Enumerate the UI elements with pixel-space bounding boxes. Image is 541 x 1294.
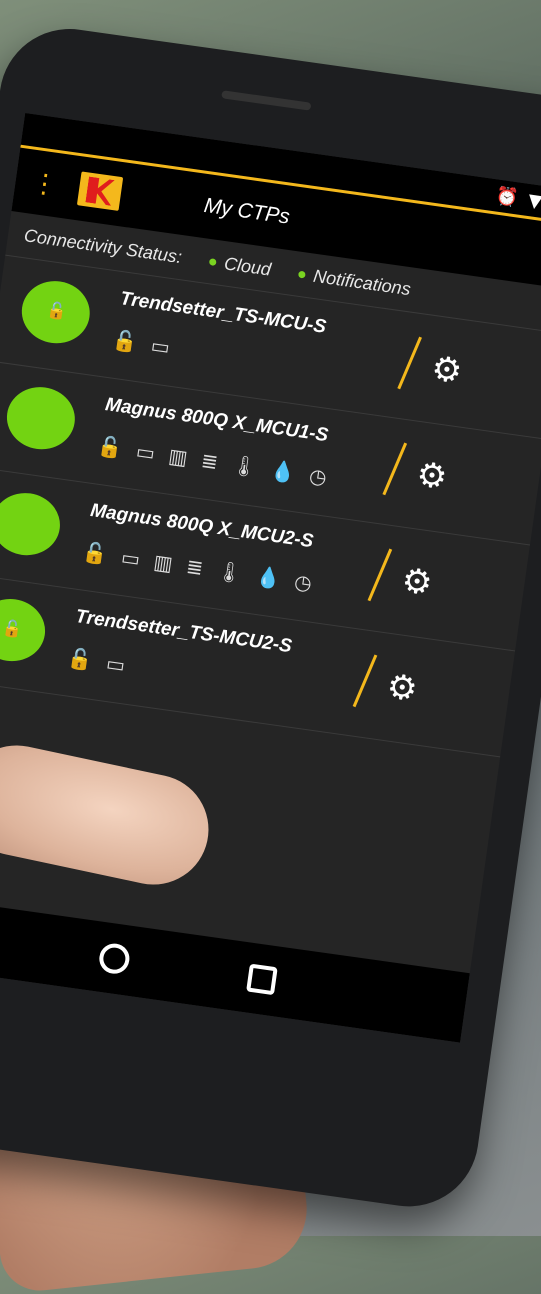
speaker-grille (221, 90, 312, 111)
device-name: Trendsetter_TS-MCU-S (118, 288, 328, 338)
unlock-icon: 🔓 (95, 433, 124, 461)
plate-stack-icon: ≣ (199, 448, 220, 475)
divider (382, 442, 408, 496)
drawer-icon: ▭ (104, 650, 127, 678)
drawer-icon: ▭ (119, 544, 142, 572)
app-screen: ⏰ ▼ ◢ ⋮ My CTPs Connectivity Status: Clo… (0, 113, 541, 1043)
cloud-status: Cloud (208, 251, 272, 280)
cloud-dot-icon (208, 258, 217, 267)
divider (352, 654, 378, 708)
divider (367, 548, 393, 602)
divider (397, 336, 422, 390)
device-status-indicator: 🔓 (0, 594, 50, 666)
k-mark (85, 177, 114, 206)
android-nav-bar (0, 895, 470, 1043)
overflow-menu-icon[interactable]: ⋮ (28, 167, 61, 200)
notifications-dot-icon (298, 270, 306, 279)
notifications-label: Notifications (312, 265, 413, 299)
device-status-indicator: 🔓 (17, 276, 94, 348)
unlock-icon: 🔓 (81, 539, 110, 567)
lock-icon: 🔓 (45, 302, 68, 322)
alarm-icon: ⏰ (494, 184, 520, 209)
unlock-icon: 🔓 (110, 327, 139, 355)
lock-icon: 🔓 (1, 619, 24, 640)
cassette-icon: ▥ (152, 549, 175, 576)
recent-apps-button-icon[interactable] (246, 963, 278, 996)
plate-stack-icon: ≣ (184, 553, 205, 581)
kodak-logo (76, 171, 124, 211)
cassette-icon: ▥ (167, 443, 190, 470)
device-icons: 🔓 ▭ (111, 327, 172, 359)
home-button-icon[interactable] (97, 941, 132, 976)
device-status-indicator (0, 488, 64, 560)
settings-gear-icon[interactable]: ⚙ (429, 348, 465, 392)
wifi-icon: ▼ (526, 189, 541, 213)
gauge-icon: ◷ (307, 463, 329, 490)
settings-gear-icon[interactable]: ⚙ (399, 560, 435, 604)
notifications-status: Notifications (297, 263, 412, 300)
drop-icon: 💧 (254, 563, 283, 591)
thermometer-icon: 🌡 (215, 558, 244, 586)
page-title: My CTPs (202, 193, 292, 229)
settings-gear-icon[interactable]: ⚙ (414, 454, 450, 498)
device-status-indicator (2, 382, 79, 454)
unlock-icon: 🔓 (66, 645, 95, 673)
device-icons: 🔓 ▭ (66, 645, 127, 677)
settings-gear-icon[interactable]: ⚙ (384, 666, 420, 710)
phone-frame: ⏰ ▼ ◢ ⋮ My CTPs Connectivity Status: Clo… (0, 20, 541, 1216)
drop-icon: 💧 (269, 457, 298, 486)
drawer-icon: ▭ (149, 332, 172, 360)
thermometer-icon: 🌡 (230, 452, 259, 480)
drawer-icon: ▭ (134, 438, 157, 466)
cloud-label: Cloud (222, 252, 273, 280)
gauge-icon: ◷ (292, 569, 314, 596)
